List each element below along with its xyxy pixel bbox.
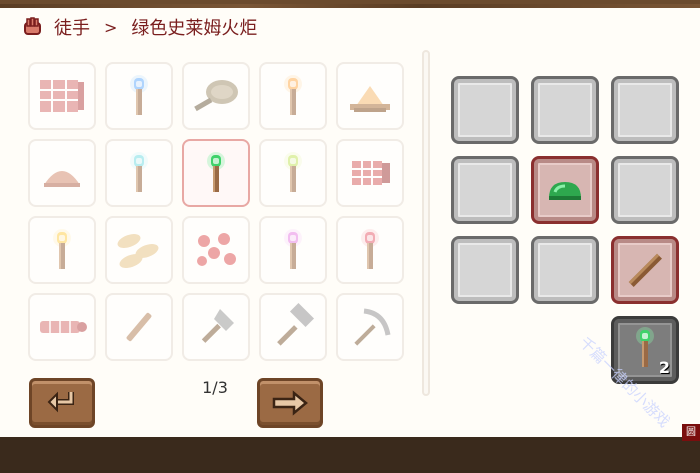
- pickaxe-icon: [344, 301, 396, 353]
- campfire-icon: [342, 76, 398, 116]
- hand-icon: [22, 16, 44, 38]
- recipe-slot[interactable]: [28, 139, 96, 207]
- recipe-slot[interactable]: [182, 216, 250, 284]
- recipe-slot[interactable]: [182, 139, 250, 207]
- recipe-slot[interactable]: [259, 139, 327, 207]
- orange-torch-icon: [279, 73, 307, 119]
- recipe-slot[interactable]: [105, 62, 173, 130]
- crafting-slot[interactable]: [531, 156, 599, 224]
- recipe-slot[interactable]: [182, 293, 250, 361]
- recipe-slot[interactable]: [259, 293, 327, 361]
- red-berries-icon: [188, 227, 244, 273]
- result-count: 2: [658, 358, 670, 377]
- wooden-stick-icon: [623, 248, 667, 292]
- crafting-slot[interactable]: [451, 236, 519, 304]
- recipe-slot[interactable]: [105, 139, 173, 207]
- crafting-slot[interactable]: [611, 156, 679, 224]
- red-torch-icon: [356, 227, 384, 273]
- frying-pan-icon: [188, 74, 244, 118]
- recipe-slot[interactable]: [28, 62, 96, 130]
- rolled-rug-icon: [34, 312, 90, 342]
- recipe-grid: [28, 62, 404, 361]
- banner-roll-icon: [344, 153, 396, 193]
- recipe-slot[interactable]: [336, 293, 404, 361]
- crafting-slot[interactable]: [451, 76, 519, 144]
- stick-icon: [116, 304, 162, 350]
- recipe-slot[interactable]: [259, 216, 327, 284]
- recipe-slot[interactable]: [336, 62, 404, 130]
- breadcrumb: 徒手 > 绿色史莱姆火炬: [22, 12, 257, 42]
- green-slime-gel-icon: [545, 176, 585, 204]
- top-wood-strip: [0, 4, 700, 8]
- crafting-slot[interactable]: [531, 236, 599, 304]
- return-arrow-icon: [47, 391, 74, 413]
- pink-torch-icon: [279, 227, 307, 273]
- prev-page-button[interactable]: [29, 378, 95, 428]
- recipe-slot[interactable]: [105, 216, 173, 284]
- crafting-slot[interactable]: [531, 76, 599, 144]
- recipe-slot[interactable]: [28, 293, 96, 361]
- recipe-slot[interactable]: [28, 216, 96, 284]
- recipe-slot[interactable]: [105, 293, 173, 361]
- hammer-icon: [267, 301, 319, 353]
- recipe-slot[interactable]: [259, 62, 327, 130]
- bread-loaves-icon: [111, 227, 167, 273]
- page-title: 绿色史莱姆火炬: [131, 18, 258, 39]
- yellow-torch-icon: [48, 227, 76, 273]
- corner-tag: 圆: [682, 424, 700, 441]
- banner-icon: [36, 76, 88, 116]
- page-indicator: 1/3: [202, 378, 228, 397]
- right-arrow-icon: [272, 390, 308, 416]
- crafting-slot[interactable]: [451, 156, 519, 224]
- next-page-button[interactable]: [257, 378, 323, 428]
- blue-torch-icon: [125, 73, 153, 119]
- cyan-torch-icon: [125, 150, 153, 196]
- recipe-slot[interactable]: [336, 139, 404, 207]
- dirt-pile-icon: [36, 155, 88, 191]
- recipe-scrollbar[interactable]: [422, 50, 430, 396]
- green-slime-torch-icon: [202, 150, 230, 196]
- green-slime-torch-icon: [631, 325, 659, 371]
- yellow-green-torch-icon: [279, 150, 307, 196]
- shovel-icon: [190, 301, 242, 353]
- crafting-window: 徒手 > 绿色史莱姆火炬 1/3 2 千篇一律的小游戏 圆: [0, 0, 700, 441]
- breadcrumb-category[interactable]: 徒手: [54, 14, 90, 40]
- crafting-slot[interactable]: [611, 236, 679, 304]
- recipe-slot[interactable]: [336, 216, 404, 284]
- crafting-slot[interactable]: [611, 76, 679, 144]
- recipe-slot[interactable]: [182, 62, 250, 130]
- breadcrumb-separator: >: [104, 17, 118, 37]
